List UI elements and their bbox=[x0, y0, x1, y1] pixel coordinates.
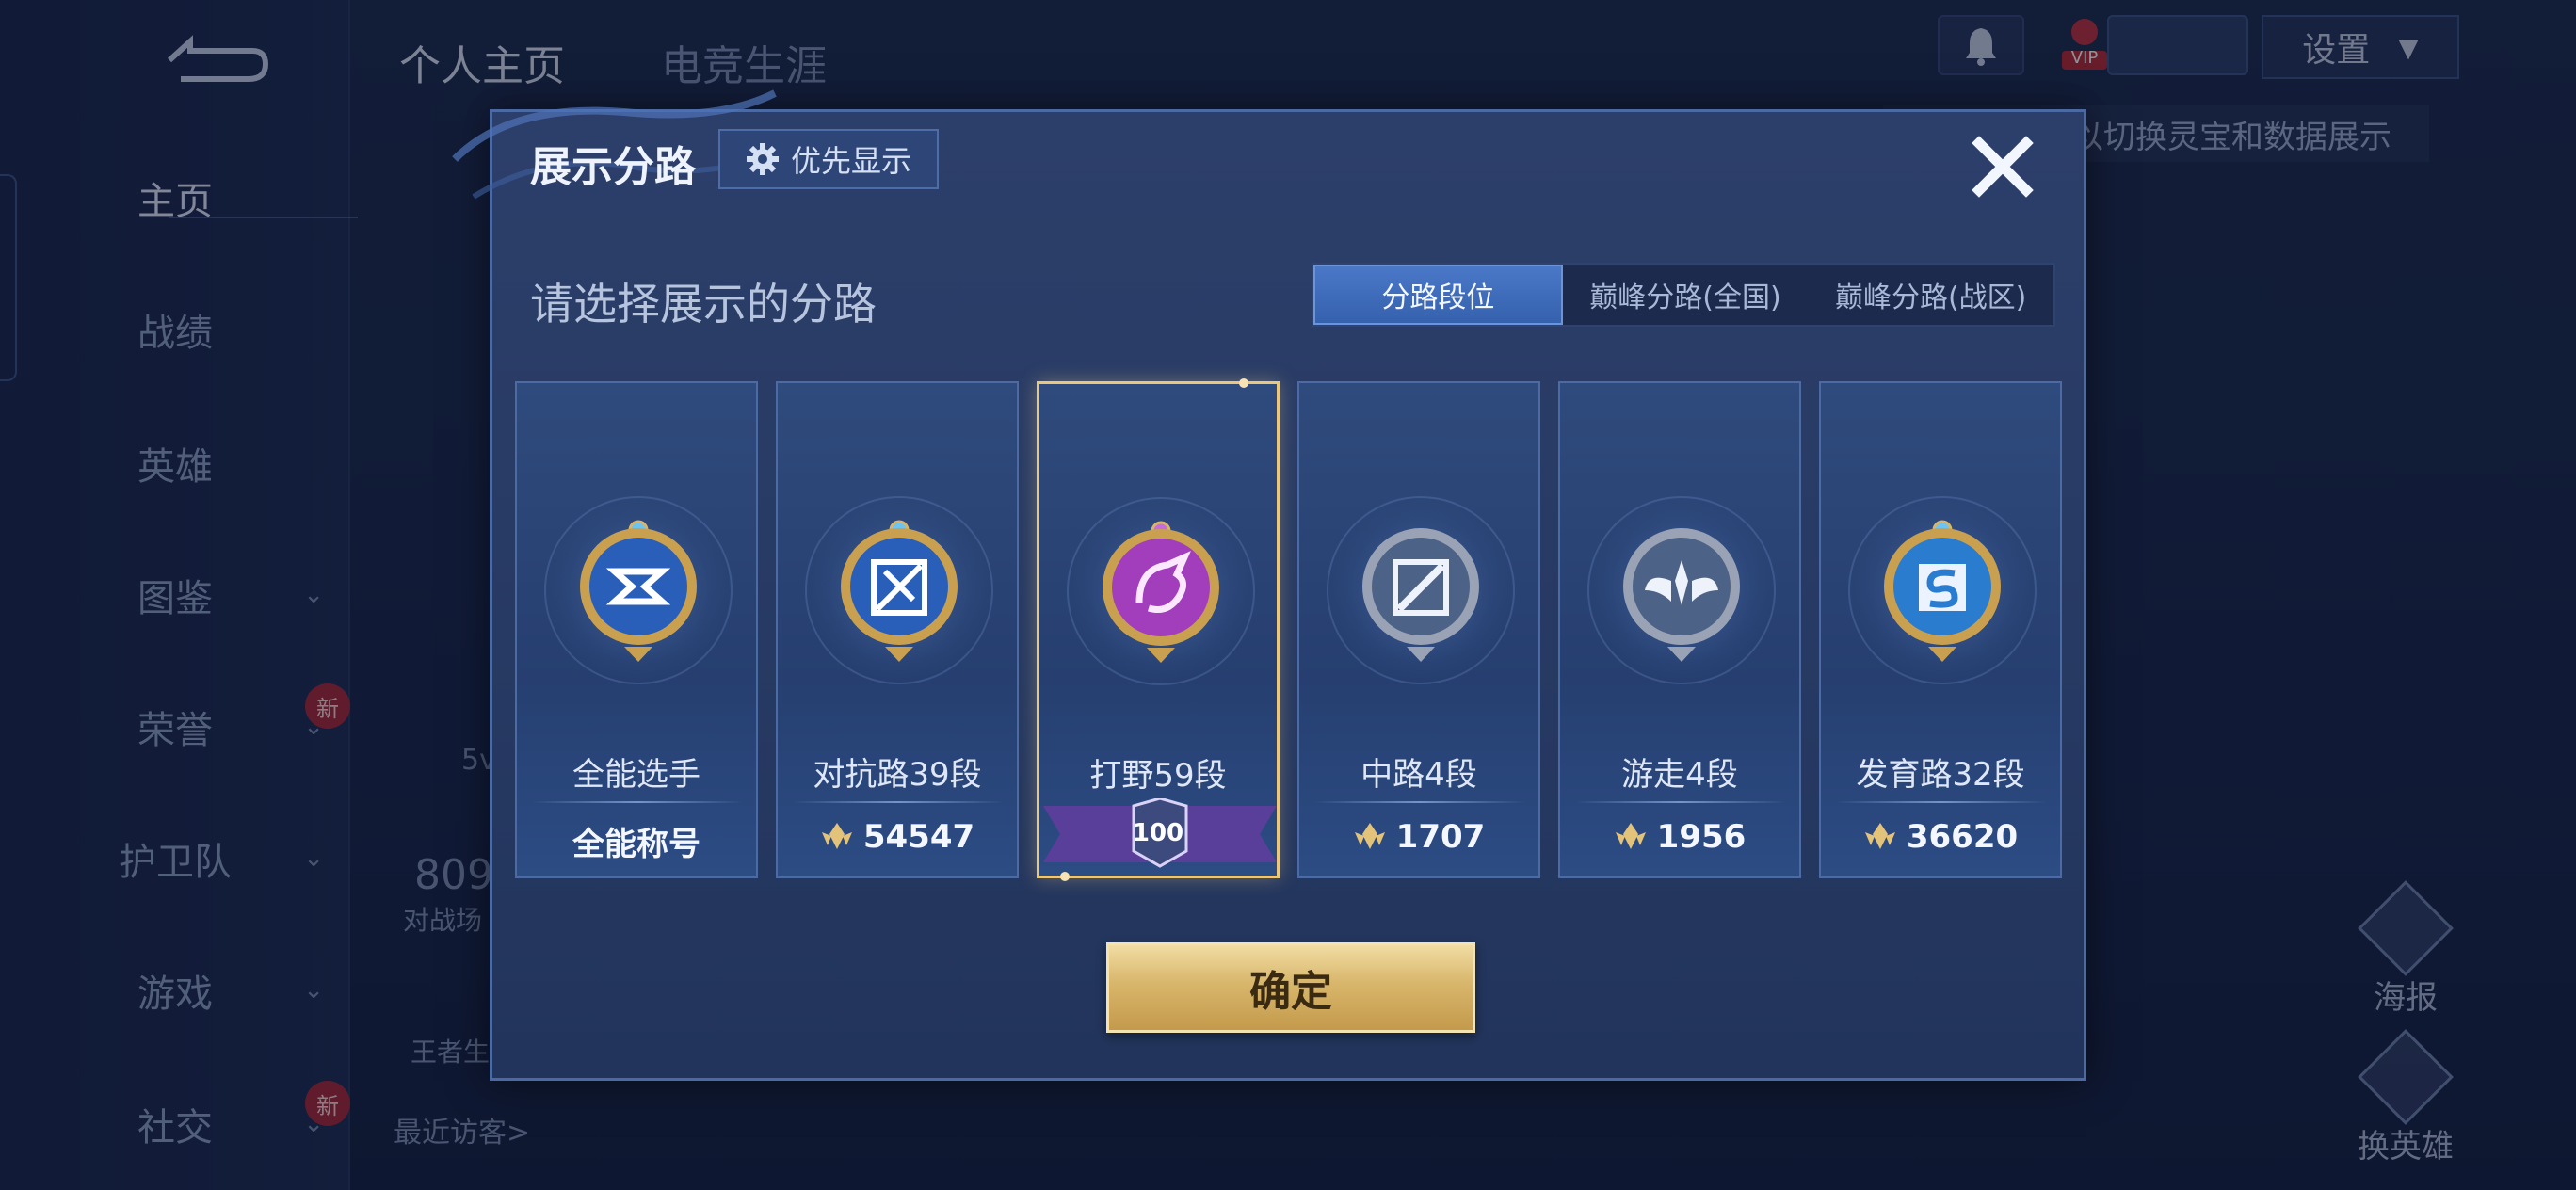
selection-corner-dot bbox=[1239, 378, 1248, 388]
lane-points-icon bbox=[1864, 823, 1895, 849]
card-divider bbox=[532, 801, 743, 803]
lane-points-icon bbox=[1615, 823, 1646, 849]
jungle-stars: 100 bbox=[1132, 819, 1184, 847]
lane-score: 1707 bbox=[1299, 818, 1538, 856]
lane-card-jungle[interactable]: 打野59段 100 bbox=[1037, 378, 1280, 881]
lane-card-clash[interactable]: 对抗路39段 54547 bbox=[776, 381, 1019, 878]
jungle-dragon-badge-icon bbox=[1103, 521, 1219, 663]
lane-name: 中路4段 bbox=[1360, 756, 1477, 794]
tab-lane-rank[interactable]: 分路段位 bbox=[1313, 265, 1563, 325]
lane-name: 游走4段 bbox=[1621, 756, 1738, 794]
tab-peak-national[interactable]: 巅峰分路(全国) bbox=[1563, 265, 1809, 325]
dialog-title: 展示分路 bbox=[530, 143, 696, 191]
lane-card-farm[interactable]: 发育路32段 36620 bbox=[1819, 381, 2062, 878]
priority-display-button[interactable]: 优先显示 bbox=[718, 129, 939, 189]
lane-name: 对抗路39段 bbox=[813, 756, 982, 794]
confirm-button[interactable]: 确定 bbox=[1106, 942, 1475, 1033]
dialog-subtitle: 请选择展示的分路 bbox=[530, 279, 877, 330]
gear-icon bbox=[746, 143, 779, 175]
lane-score-value: 36620 bbox=[1906, 818, 2019, 856]
lane-score: 全能称号 bbox=[517, 818, 756, 864]
lane-score-value: 1707 bbox=[1395, 818, 1486, 856]
lane-name: 全能选手 bbox=[572, 756, 700, 794]
tab-peak-region[interactable]: 巅峰分路(战区) bbox=[1808, 265, 2053, 325]
lane-score-value: 1956 bbox=[1656, 818, 1747, 856]
lane-score-value: 全能称号 bbox=[572, 826, 700, 863]
card-divider bbox=[1314, 801, 1525, 803]
roam-wings-badge-icon bbox=[1623, 528, 1740, 662]
lane-points-icon bbox=[1354, 823, 1385, 849]
segment-control: 分路段位 巅峰分路(全国) 巅峰分路(战区) bbox=[1312, 263, 2055, 327]
lane-points-icon bbox=[821, 823, 852, 849]
lane-card-roam[interactable]: 游走4段 1956 bbox=[1558, 381, 1801, 878]
mid-lane-badge-icon bbox=[1362, 528, 1479, 662]
lane-name: 打野59段 bbox=[1089, 757, 1227, 795]
lane-score: 36620 bbox=[1821, 818, 2060, 856]
clash-lane-badge-icon bbox=[841, 520, 958, 662]
lane-score: 1956 bbox=[1560, 818, 1799, 856]
lane-name: 发育路32段 bbox=[1856, 756, 2025, 794]
allround-rank-badge-icon bbox=[580, 520, 697, 662]
lane-display-dialog: 展示分路 优先显示 请选择展示的分路 分路段位 巅峰分路(全国) 巅峰分路(战区… bbox=[452, 89, 2086, 1081]
card-divider bbox=[793, 801, 1004, 803]
close-icon bbox=[1972, 136, 2034, 198]
lane-score: 54547 bbox=[778, 818, 1017, 856]
lane-card-allround[interactable]: 全能选手 全能称号 bbox=[515, 381, 758, 878]
lane-card-mid[interactable]: 中路4段 1707 bbox=[1297, 381, 1540, 878]
lane-score-value: 54547 bbox=[862, 818, 975, 856]
priority-display-label: 优先显示 bbox=[790, 143, 911, 179]
farm-lane-badge-icon bbox=[1884, 520, 2001, 662]
card-divider bbox=[1836, 801, 2047, 803]
selection-corner-dot bbox=[1060, 872, 1070, 881]
card-divider bbox=[1575, 801, 1786, 803]
close-button[interactable] bbox=[1965, 129, 2040, 204]
